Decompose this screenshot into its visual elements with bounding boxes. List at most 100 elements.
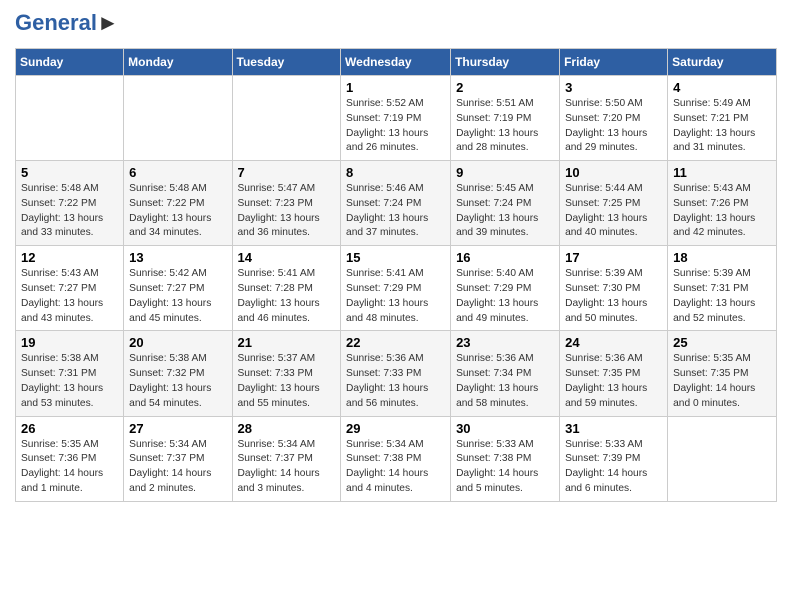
day-info: Sunrise: 5:33 AMSunset: 7:38 PMDaylight:… xyxy=(456,438,554,497)
day-number: 23 xyxy=(456,335,554,350)
day-info: Sunrise: 5:36 AMSunset: 7:35 PMDaylight:… xyxy=(565,352,662,411)
calendar-cell: 27 Sunrise: 5:34 AMSunset: 7:37 PMDayligh… xyxy=(124,416,232,501)
calendar-cell: 23 Sunrise: 5:36 AMSunset: 7:34 PMDayligh… xyxy=(451,331,560,416)
day-info: Sunrise: 5:35 AMSunset: 7:35 PMDaylight:… xyxy=(673,352,771,411)
day-number: 14 xyxy=(238,250,336,265)
calendar-cell: 12 Sunrise: 5:43 AMSunset: 7:27 PMDayligh… xyxy=(16,246,124,331)
day-info: Sunrise: 5:40 AMSunset: 7:29 PMDaylight:… xyxy=(456,267,554,326)
header-tuesday: Tuesday xyxy=(232,49,341,76)
day-number: 21 xyxy=(238,335,336,350)
calendar-cell: 28 Sunrise: 5:34 AMSunset: 7:37 PMDayligh… xyxy=(232,416,341,501)
calendar-week-row: 1Sunrise: 5:52 AMSunset: 7:19 PMDaylight… xyxy=(16,76,777,161)
calendar-cell: 16 Sunrise: 5:40 AMSunset: 7:29 PMDayligh… xyxy=(451,246,560,331)
day-info: Sunrise: 5:47 AMSunset: 7:23 PMDaylight:… xyxy=(238,182,336,241)
calendar-cell: 1Sunrise: 5:52 AMSunset: 7:19 PMDaylight… xyxy=(341,76,451,161)
day-number: 1 xyxy=(346,80,445,95)
calendar-cell: 2 Sunrise: 5:51 AMSunset: 7:19 PMDaylight… xyxy=(451,76,560,161)
calendar-week-row: 12 Sunrise: 5:43 AMSunset: 7:27 PMDayligh… xyxy=(16,246,777,331)
calendar-cell: 6 Sunrise: 5:48 AMSunset: 7:22 PMDaylight… xyxy=(124,161,232,246)
day-number: 28 xyxy=(238,421,336,436)
day-info: Sunrise: 5:45 AMSunset: 7:24 PMDaylight:… xyxy=(456,182,554,241)
day-info: Sunrise: 5:43 AMSunset: 7:27 PMDaylight:… xyxy=(21,267,118,326)
calendar-cell: 10 Sunrise: 5:44 AMSunset: 7:25 PMDayligh… xyxy=(560,161,668,246)
day-info: Sunrise: 5:37 AMSunset: 7:33 PMDaylight:… xyxy=(238,352,336,411)
calendar-cell: 25 Sunrise: 5:35 AMSunset: 7:35 PMDayligh… xyxy=(668,331,777,416)
day-number: 22 xyxy=(346,335,445,350)
day-info: Sunrise: 5:51 AMSunset: 7:19 PMDaylight:… xyxy=(456,97,554,156)
day-number: 13 xyxy=(129,250,226,265)
day-info: Sunrise: 5:35 AMSunset: 7:36 PMDaylight:… xyxy=(21,438,118,497)
calendar-cell: 7Sunrise: 5:47 AMSunset: 7:23 PMDaylight… xyxy=(232,161,341,246)
header-saturday: Saturday xyxy=(668,49,777,76)
day-number: 6 xyxy=(129,165,226,180)
day-info: Sunrise: 5:38 AMSunset: 7:31 PMDaylight:… xyxy=(21,352,118,411)
day-number: 2 xyxy=(456,80,554,95)
day-number: 31 xyxy=(565,421,662,436)
day-info: Sunrise: 5:36 AMSunset: 7:34 PMDaylight:… xyxy=(456,352,554,411)
logo-text: General► xyxy=(15,10,119,36)
calendar-cell xyxy=(668,416,777,501)
day-number: 15 xyxy=(346,250,445,265)
calendar-cell: 31Sunrise: 5:33 AMSunset: 7:39 PMDayligh… xyxy=(560,416,668,501)
logo: General► xyxy=(15,10,119,40)
day-number: 24 xyxy=(565,335,662,350)
day-number: 20 xyxy=(129,335,226,350)
calendar-cell: 20 Sunrise: 5:38 AMSunset: 7:32 PMDayligh… xyxy=(124,331,232,416)
day-number: 29 xyxy=(346,421,445,436)
calendar-cell: 30 Sunrise: 5:33 AMSunset: 7:38 PMDayligh… xyxy=(451,416,560,501)
day-info: Sunrise: 5:38 AMSunset: 7:32 PMDaylight:… xyxy=(129,352,226,411)
day-info: Sunrise: 5:34 AMSunset: 7:37 PMDaylight:… xyxy=(238,438,336,497)
day-number: 8 xyxy=(346,165,445,180)
day-info: Sunrise: 5:34 AMSunset: 7:37 PMDaylight:… xyxy=(129,438,226,497)
calendar-cell: 24 Sunrise: 5:36 AMSunset: 7:35 PMDayligh… xyxy=(560,331,668,416)
day-info: Sunrise: 5:49 AMSunset: 7:21 PMDaylight:… xyxy=(673,97,771,156)
calendar-cell: 22 Sunrise: 5:36 AMSunset: 7:33 PMDayligh… xyxy=(341,331,451,416)
day-number: 3 xyxy=(565,80,662,95)
day-info: Sunrise: 5:44 AMSunset: 7:25 PMDaylight:… xyxy=(565,182,662,241)
day-number: 9 xyxy=(456,165,554,180)
calendar-cell: 17Sunrise: 5:39 AMSunset: 7:30 PMDayligh… xyxy=(560,246,668,331)
day-info: Sunrise: 5:46 AMSunset: 7:24 PMDaylight:… xyxy=(346,182,445,241)
calendar-week-row: 26 Sunrise: 5:35 AMSunset: 7:36 PMDayligh… xyxy=(16,416,777,501)
calendar-cell: 21 Sunrise: 5:37 AMSunset: 7:33 PMDayligh… xyxy=(232,331,341,416)
calendar-header-row: SundayMondayTuesdayWednesdayThursdayFrid… xyxy=(16,49,777,76)
day-number: 11 xyxy=(673,165,771,180)
header-sunday: Sunday xyxy=(16,49,124,76)
calendar-cell: 13Sunrise: 5:42 AMSunset: 7:27 PMDayligh… xyxy=(124,246,232,331)
day-info: Sunrise: 5:41 AMSunset: 7:29 PMDaylight:… xyxy=(346,267,445,326)
calendar-cell: 9 Sunrise: 5:45 AMSunset: 7:24 PMDaylight… xyxy=(451,161,560,246)
page-header: General► xyxy=(15,10,777,40)
calendar-cell xyxy=(232,76,341,161)
calendar-week-row: 19 Sunrise: 5:38 AMSunset: 7:31 PMDayligh… xyxy=(16,331,777,416)
day-info: Sunrise: 5:36 AMSunset: 7:33 PMDaylight:… xyxy=(346,352,445,411)
calendar-cell: 11Sunrise: 5:43 AMSunset: 7:26 PMDayligh… xyxy=(668,161,777,246)
day-number: 30 xyxy=(456,421,554,436)
day-number: 4 xyxy=(673,80,771,95)
day-number: 27 xyxy=(129,421,226,436)
calendar-cell: 5 Sunrise: 5:48 AMSunset: 7:22 PMDaylight… xyxy=(16,161,124,246)
day-info: Sunrise: 5:34 AMSunset: 7:38 PMDaylight:… xyxy=(346,438,445,497)
calendar-week-row: 5 Sunrise: 5:48 AMSunset: 7:22 PMDaylight… xyxy=(16,161,777,246)
day-info: Sunrise: 5:48 AMSunset: 7:22 PMDaylight:… xyxy=(129,182,226,241)
day-number: 12 xyxy=(21,250,118,265)
calendar-cell: 19 Sunrise: 5:38 AMSunset: 7:31 PMDayligh… xyxy=(16,331,124,416)
calendar-cell xyxy=(16,76,124,161)
day-number: 16 xyxy=(456,250,554,265)
header-monday: Monday xyxy=(124,49,232,76)
calendar-cell: 8 Sunrise: 5:46 AMSunset: 7:24 PMDaylight… xyxy=(341,161,451,246)
day-info: Sunrise: 5:50 AMSunset: 7:20 PMDaylight:… xyxy=(565,97,662,156)
day-info: Sunrise: 5:39 AMSunset: 7:31 PMDaylight:… xyxy=(673,267,771,326)
day-number: 26 xyxy=(21,421,118,436)
calendar-cell: 3 Sunrise: 5:50 AMSunset: 7:20 PMDaylight… xyxy=(560,76,668,161)
day-number: 18 xyxy=(673,250,771,265)
day-info: Sunrise: 5:48 AMSunset: 7:22 PMDaylight:… xyxy=(21,182,118,241)
day-number: 10 xyxy=(565,165,662,180)
calendar-cell: 14 Sunrise: 5:41 AMSunset: 7:28 PMDayligh… xyxy=(232,246,341,331)
day-number: 19 xyxy=(21,335,118,350)
day-number: 25 xyxy=(673,335,771,350)
day-number: 5 xyxy=(21,165,118,180)
calendar-cell: 18 Sunrise: 5:39 AMSunset: 7:31 PMDayligh… xyxy=(668,246,777,331)
day-number: 17 xyxy=(565,250,662,265)
calendar-table: SundayMondayTuesdayWednesdayThursdayFrid… xyxy=(15,48,777,502)
day-info: Sunrise: 5:41 AMSunset: 7:28 PMDaylight:… xyxy=(238,267,336,326)
